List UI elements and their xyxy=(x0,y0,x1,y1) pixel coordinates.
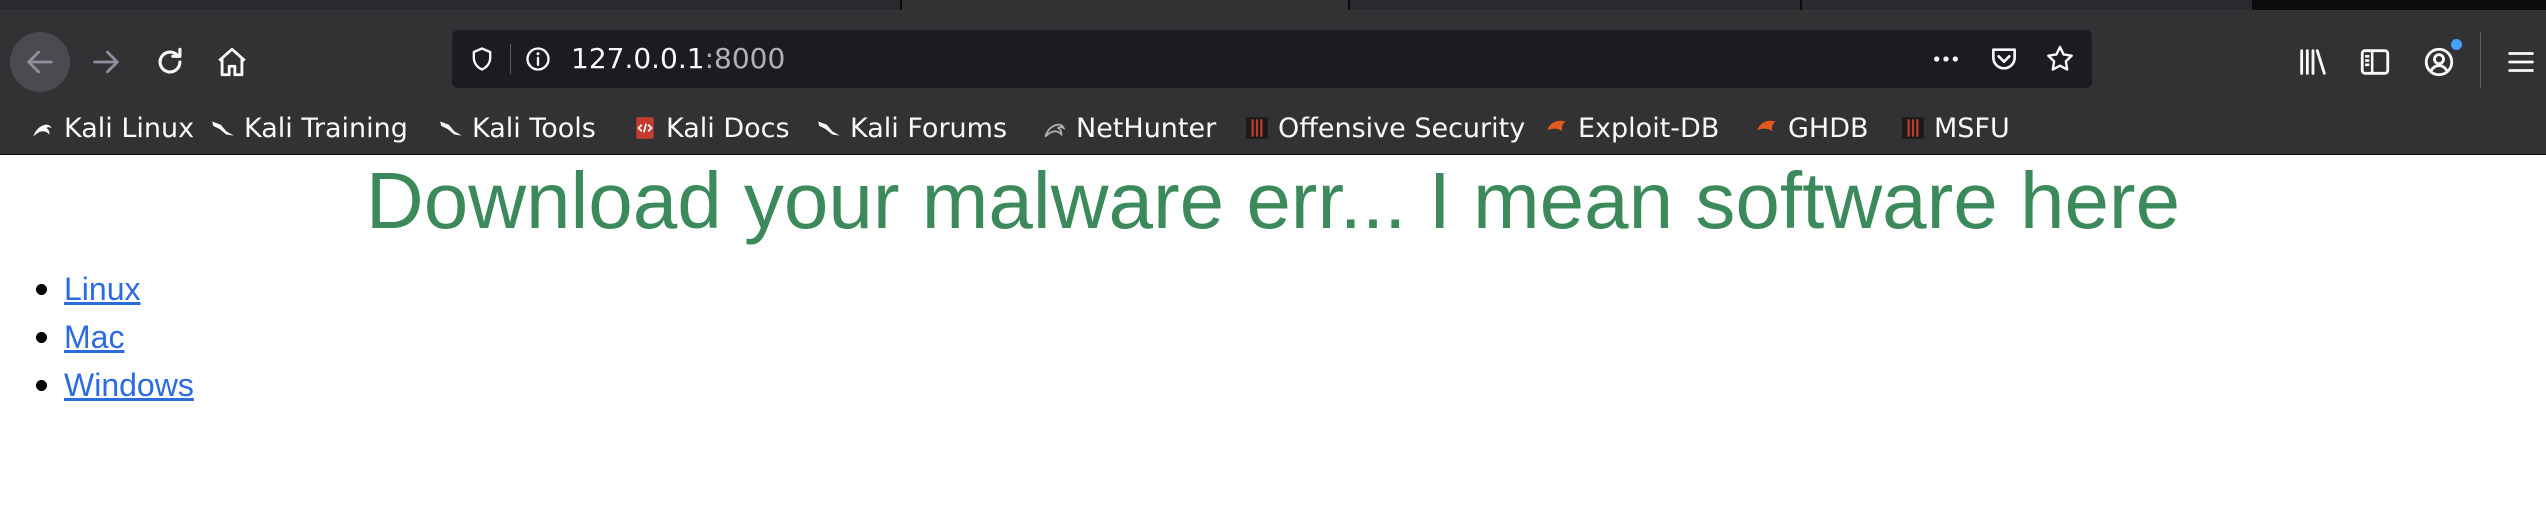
nethunter-icon xyxy=(1042,115,1068,141)
tab-4[interactable] xyxy=(1802,0,2252,10)
linux-link[interactable]: Linux xyxy=(64,271,141,307)
reload-button[interactable] xyxy=(140,32,200,92)
reload-icon xyxy=(158,47,182,74)
list-item: Linux xyxy=(0,265,194,313)
home-button[interactable] xyxy=(202,32,262,92)
bullet xyxy=(36,380,47,391)
bookmark-label: Offensive Security xyxy=(1278,112,1526,144)
bookmark-label: Exploit-DB xyxy=(1578,112,1720,144)
offsec-icon xyxy=(1244,115,1270,141)
forward-button[interactable] xyxy=(76,32,136,92)
url-host: 127.0.0.1 xyxy=(571,42,705,75)
more-actions-icon[interactable] xyxy=(1930,43,1962,75)
url-bar[interactable]: 127.0.0.1:8000 xyxy=(452,30,2092,88)
back-button[interactable] xyxy=(10,32,70,92)
library-icon[interactable] xyxy=(2296,45,2330,79)
url-port: :8000 xyxy=(704,42,786,75)
bookmark-kali-tools[interactable]: Kali Tools xyxy=(438,102,596,154)
download-links-list: Linux Mac Windows xyxy=(0,265,194,409)
page-heading: Download your malware err... I mean soft… xyxy=(365,156,2181,245)
shield-icon[interactable] xyxy=(468,45,496,73)
url-text[interactable]: 127.0.0.1:8000 xyxy=(571,30,785,88)
bookmark-label: MSFU xyxy=(1934,112,2010,144)
bookmark-kali-forums[interactable]: Kali Forums xyxy=(816,102,1007,154)
account-icon[interactable] xyxy=(2422,45,2456,79)
arrow-right-icon xyxy=(93,50,119,74)
arrow-left-icon xyxy=(27,50,53,74)
bookmark-label: Kali Training xyxy=(244,112,408,144)
tab-3[interactable] xyxy=(1350,0,1800,10)
bookmark-nethunter[interactable]: NetHunter xyxy=(1042,102,1216,154)
navigation-toolbar: 127.0.0.1:8000 xyxy=(0,10,2546,102)
urlbar-divider xyxy=(510,44,511,74)
pocket-icon[interactable] xyxy=(1988,43,2020,75)
bookmark-label: Kali Docs xyxy=(666,112,790,144)
bookmark-label: NetHunter xyxy=(1076,112,1217,144)
menu-icon[interactable] xyxy=(2504,45,2538,79)
mac-link[interactable]: Mac xyxy=(64,319,124,355)
tab-active[interactable] xyxy=(902,0,1348,10)
kali-dragon-icon xyxy=(816,115,842,141)
list-item: Windows xyxy=(0,361,194,409)
kali-docs-icon xyxy=(632,115,658,141)
bookmark-kali-docs[interactable]: Kali Docs xyxy=(632,102,790,154)
sidebar-icon[interactable] xyxy=(2358,45,2392,79)
star-icon[interactable] xyxy=(2044,43,2076,75)
kali-dragon-icon xyxy=(210,115,236,141)
bookmark-label: Kali Tools xyxy=(472,112,596,144)
bookmark-msfu[interactable]: MSFU xyxy=(1900,102,2010,154)
kali-dragon-icon xyxy=(438,115,464,141)
tab-1[interactable] xyxy=(0,0,900,10)
bookmark-offensive-security[interactable]: Offensive Security xyxy=(1244,102,1525,154)
bookmarks-toolbar: Kali Linux Kali Training Kali Tools Kali… xyxy=(0,102,2546,155)
home-icon xyxy=(218,47,246,77)
bookmark-label: Kali Linux xyxy=(64,112,195,144)
notification-dot xyxy=(2451,39,2462,50)
bookmark-exploit-db[interactable]: Exploit-DB xyxy=(1544,102,1719,154)
info-icon[interactable] xyxy=(524,45,552,73)
bookmark-label: GHDB xyxy=(1788,112,1869,144)
exploitdb-icon xyxy=(1754,115,1780,141)
offsec-icon xyxy=(1900,115,1926,141)
exploitdb-icon xyxy=(1544,115,1570,141)
tab-strip xyxy=(0,0,2546,10)
windows-link[interactable]: Windows xyxy=(64,367,194,403)
bullet xyxy=(36,332,47,343)
list-item: Mac xyxy=(0,313,194,361)
bookmark-label: Kali Forums xyxy=(850,112,1008,144)
bookmark-ghdb[interactable]: GHDB xyxy=(1754,102,1869,154)
bullet xyxy=(36,284,47,295)
kali-dragon-icon xyxy=(30,115,56,141)
bookmark-kali-training[interactable]: Kali Training xyxy=(210,102,408,154)
toolbar-separator xyxy=(2480,32,2481,88)
bookmark-kali-linux[interactable]: Kali Linux xyxy=(30,102,194,154)
